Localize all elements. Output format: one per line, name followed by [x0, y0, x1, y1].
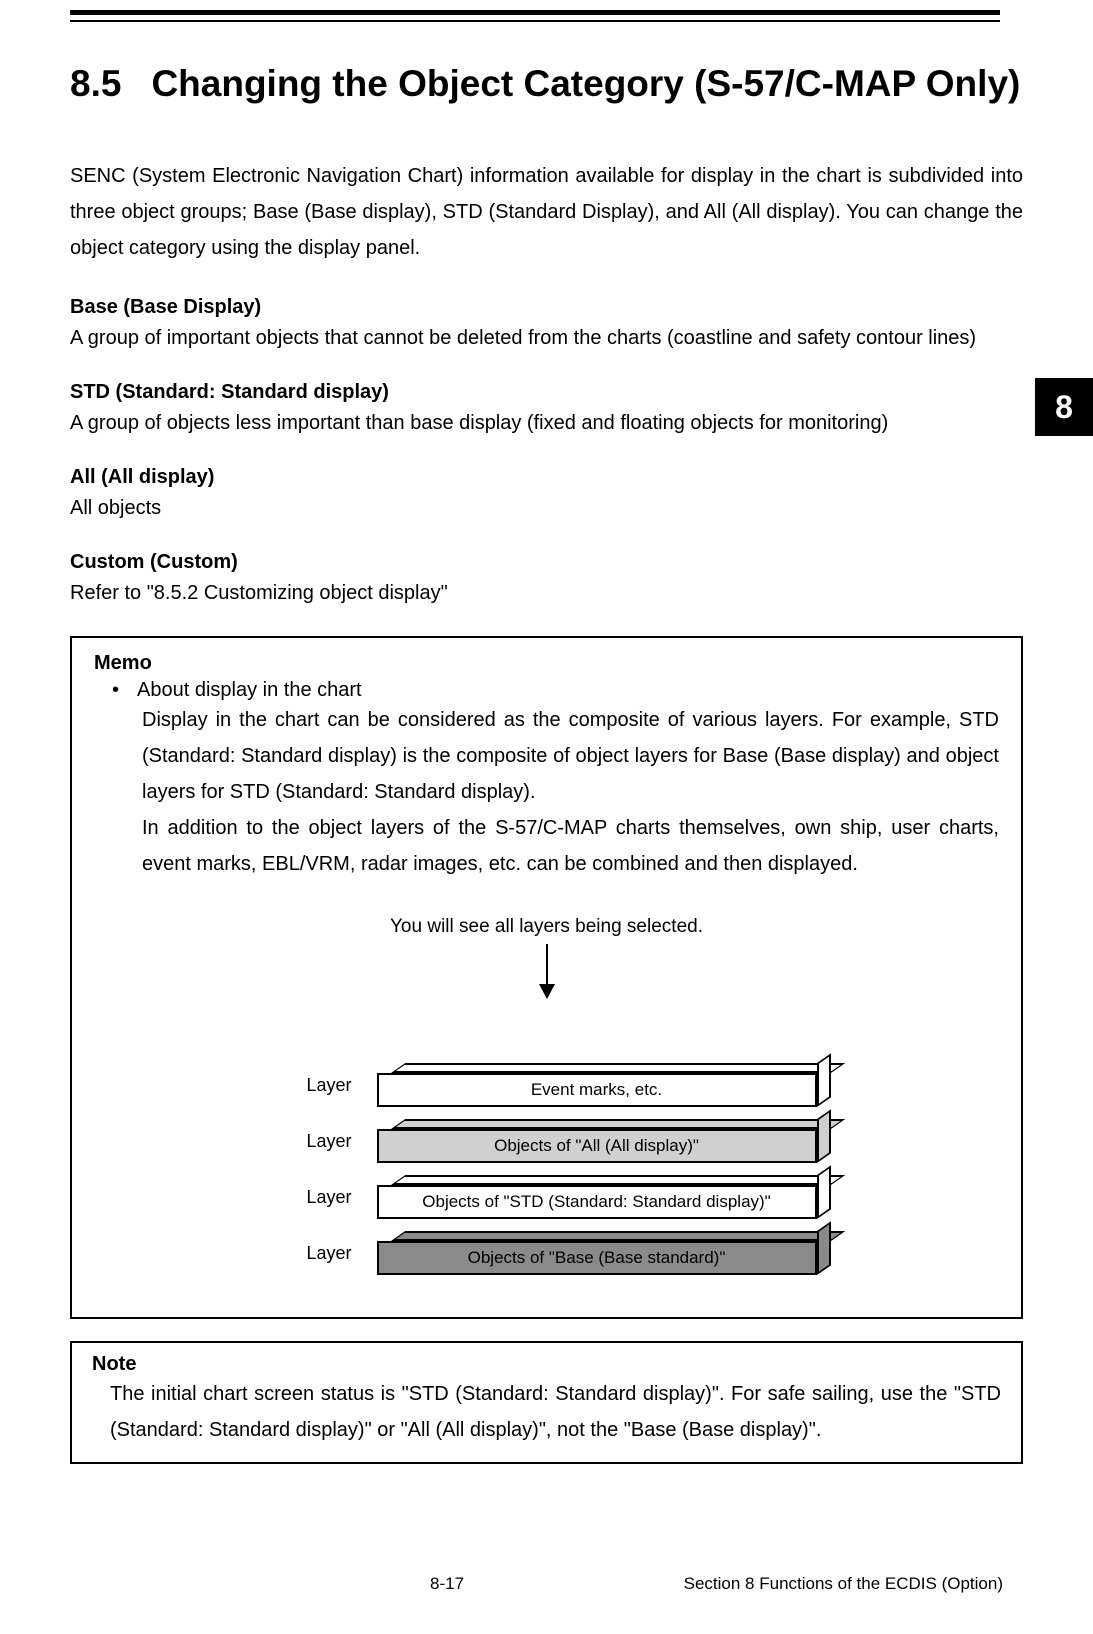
note-title: Note — [92, 1353, 1001, 1376]
note-body: The initial chart screen status is "STD … — [110, 1376, 1001, 1448]
page-footer: 8-17 Section 8 Functions of the ECDIS (O… — [70, 1574, 1023, 1594]
subsection-std: STD (Standard: Standard display) A group… — [70, 381, 1023, 438]
layer-row: Layer Objects of "All (All display)" — [307, 1119, 897, 1163]
layer-label: Layer — [307, 1243, 363, 1264]
layer-label: Layer — [307, 1075, 363, 1096]
layer-label: Layer — [307, 1187, 363, 1208]
memo-paragraph: Display in the chart can be considered a… — [142, 702, 999, 810]
subsection-body: All objects — [70, 493, 1023, 523]
subsection-title: Custom (Custom) — [70, 551, 1023, 574]
layers-diagram: Layer Event marks, etc. Layer Objects of… — [197, 1003, 897, 1275]
memo-bullet-text: About display in the chart — [137, 679, 362, 702]
page: 8.5 Changing the Object Category (S-57/C… — [0, 0, 1093, 1634]
layer-slab-text: Objects of "All (All display)" — [377, 1129, 817, 1163]
page-number: 8-17 — [430, 1574, 464, 1594]
subsection-custom: Custom (Custom) Refer to "8.5.2 Customiz… — [70, 551, 1023, 608]
subsection-title: All (All display) — [70, 466, 1023, 489]
layer-slab-text: Objects of "STD (Standard: Standard disp… — [377, 1185, 817, 1219]
heading-number: 8.5 — [70, 60, 121, 108]
memo-box: Memo • About display in the chart Displa… — [70, 636, 1023, 1319]
bullet-icon: • — [112, 679, 119, 702]
memo-title: Memo — [94, 652, 999, 675]
layer-label: Layer — [307, 1131, 363, 1152]
section-label: Section 8 Functions of the ECDIS (Option… — [684, 1574, 1003, 1594]
memo-paragraph: In addition to the object layers of the … — [142, 810, 999, 882]
subsection-body: A group of objects less important than b… — [70, 408, 1023, 438]
subsection-all: All (All display) All objects — [70, 466, 1023, 523]
layer-row: Layer Objects of "Base (Base standard)" — [307, 1231, 897, 1275]
layer-row: Layer Event marks, etc. — [307, 1063, 897, 1107]
header-rule — [70, 10, 1000, 22]
subsection-base: Base (Base Display) A group of important… — [70, 296, 1023, 353]
layer-row: Layer Objects of "STD (Standard: Standar… — [307, 1175, 897, 1219]
subsection-title: Base (Base Display) — [70, 296, 1023, 319]
memo-bullet-row: • About display in the chart — [112, 679, 999, 702]
arrow-down-icon — [537, 944, 557, 999]
chapter-tab: 8 — [1035, 378, 1093, 436]
note-box: Note The initial chart screen status is … — [70, 1341, 1023, 1464]
intro-paragraph: SENC (System Electronic Navigation Chart… — [70, 158, 1023, 266]
layer-slab-text: Objects of "Base (Base standard)" — [377, 1241, 817, 1275]
heading-title: Changing the Object Category (S-57/C-MAP… — [151, 60, 1020, 108]
diagram-caption: You will see all layers being selected. — [94, 916, 999, 938]
subsection-title: STD (Standard: Standard display) — [70, 381, 1023, 404]
subsection-body: Refer to "8.5.2 Customizing object displ… — [70, 578, 1023, 608]
layer-slab-text: Event marks, etc. — [377, 1073, 817, 1107]
section-heading: 8.5 Changing the Object Category (S-57/C… — [70, 60, 1023, 108]
subsection-body: A group of important objects that cannot… — [70, 323, 1023, 353]
